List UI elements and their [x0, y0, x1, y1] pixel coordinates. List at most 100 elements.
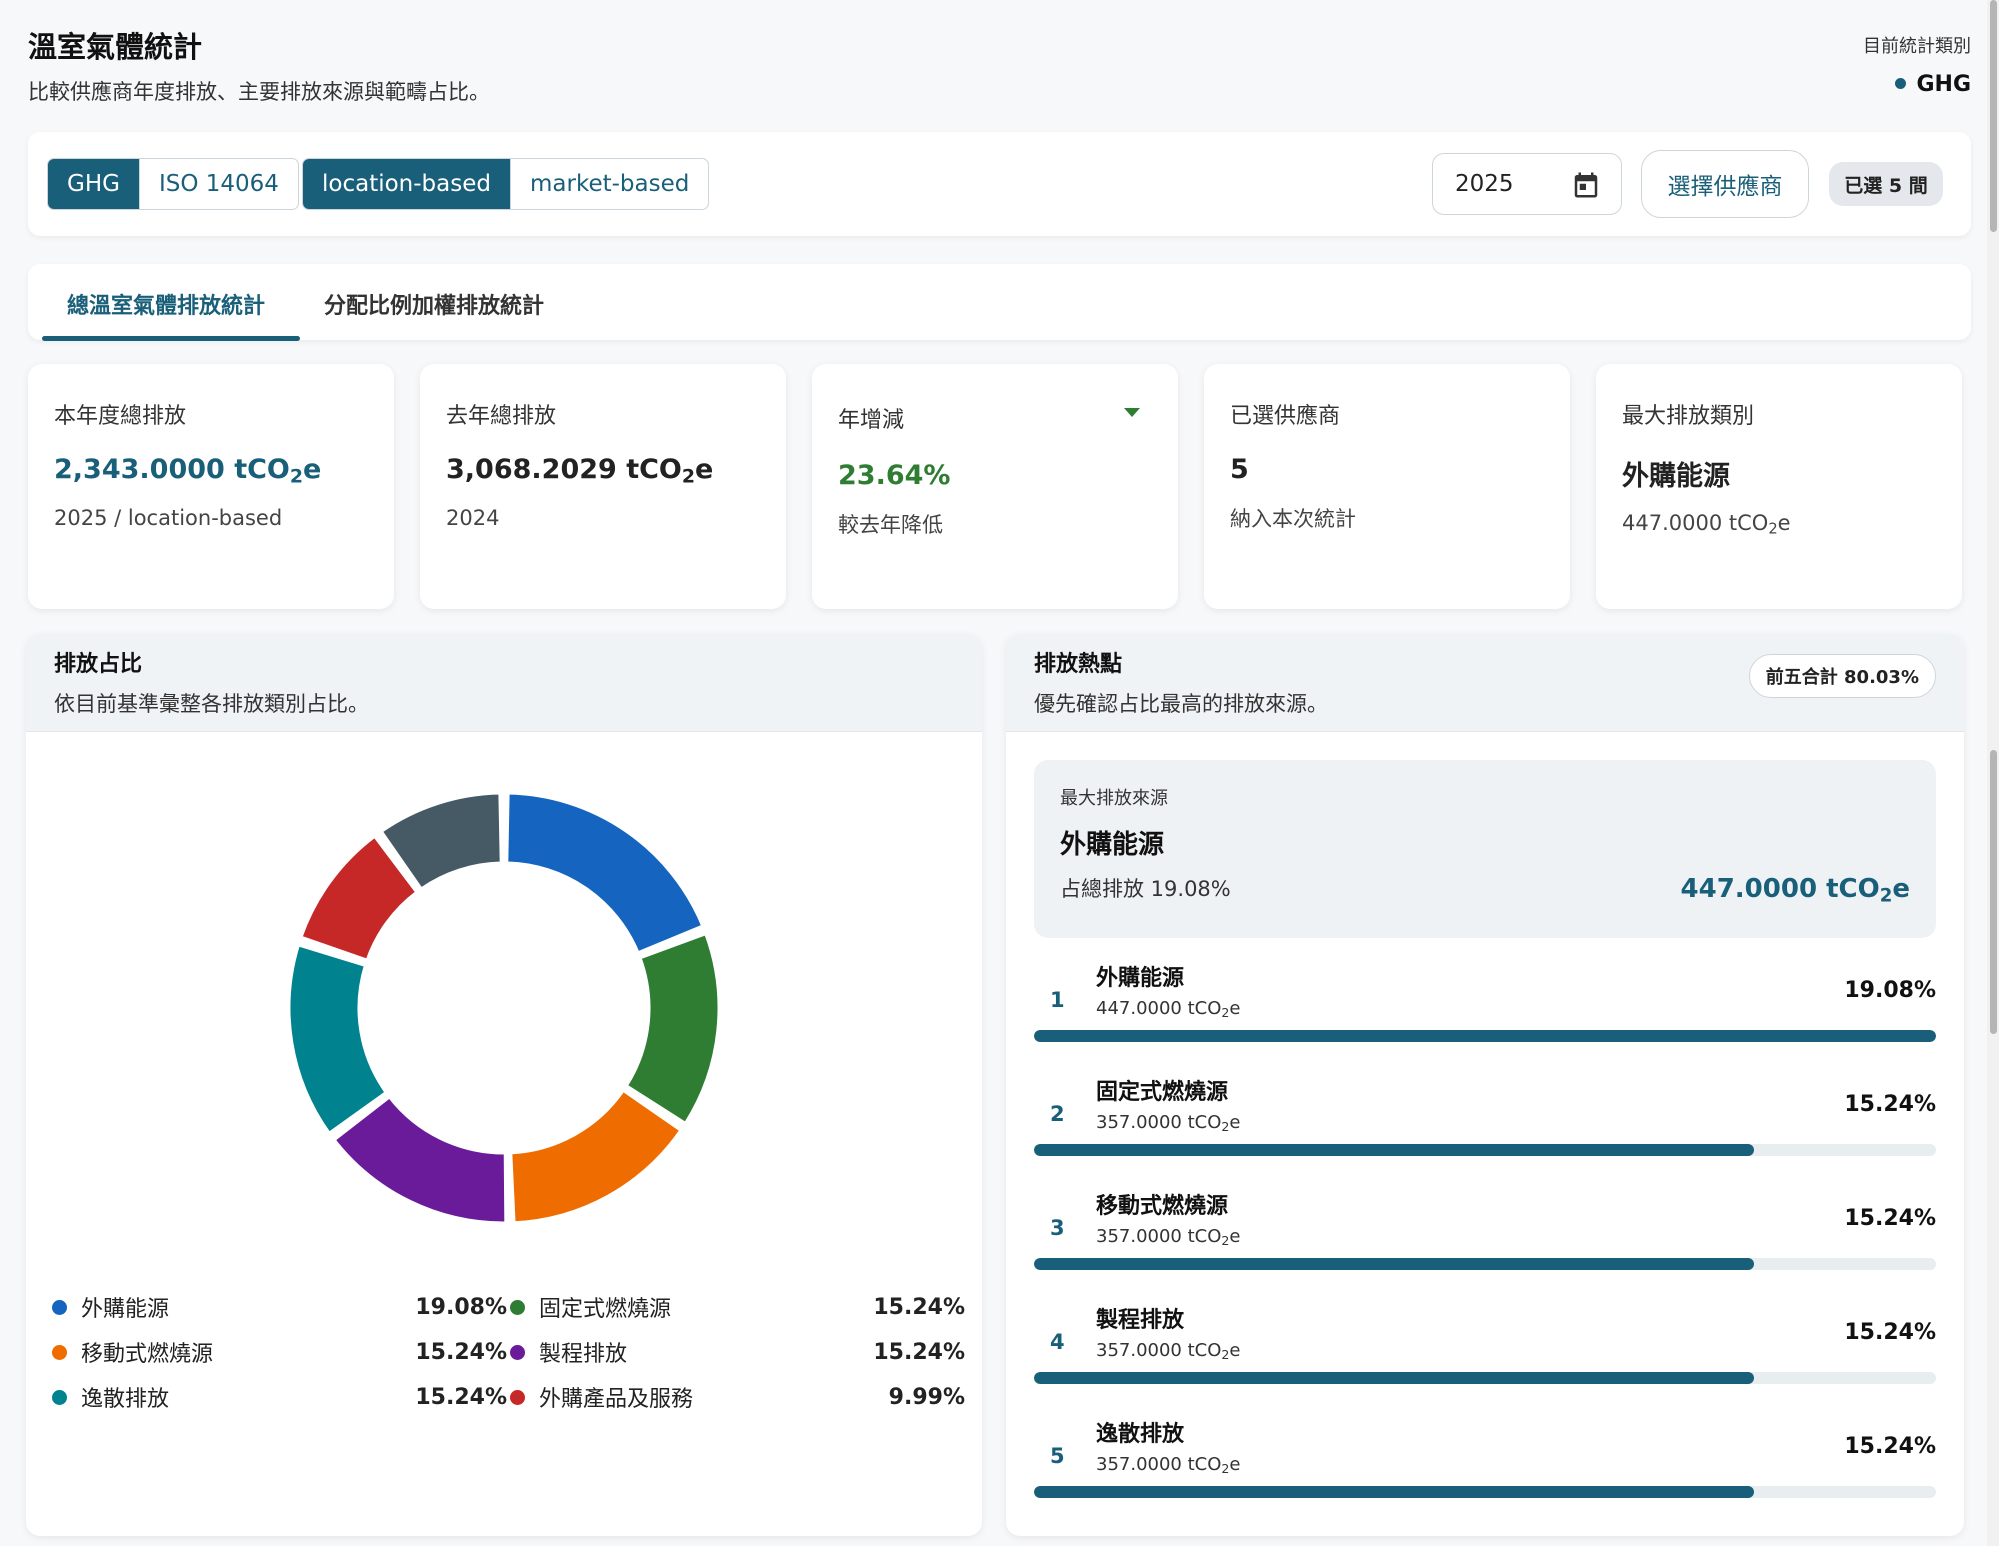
- standard-option-iso[interactable]: ISO 14064: [138, 159, 298, 209]
- donut-slice-3[interactable]: [332, 1095, 508, 1225]
- tab-bar: 總溫室氣體排放統計 分配比例加權排放統計: [28, 264, 1971, 341]
- rank-source-value: 357.0000 tCO2e: [1096, 1454, 1241, 1477]
- rank-number: 3: [1050, 1216, 1065, 1240]
- kpi-sub: 2024: [446, 505, 500, 530]
- page: 溫室氣體統計 比較供應商年度排放、主要排放來源與範疇占比。 目前統計類別 GHG…: [0, 0, 1999, 1546]
- hotspot-rank-item[interactable]: 4 製程排放 357.0000 tCO2e 15.24%: [1034, 1302, 1936, 1416]
- legend-item[interactable]: 移動式燃燒源 15.24%: [52, 1335, 507, 1369]
- year-value: 2025: [1455, 171, 1514, 197]
- top-source-value-number: 447.0000 tCO: [1680, 874, 1880, 904]
- rank-source-value: 357.0000 tCO2e: [1096, 1112, 1241, 1135]
- selected-count-badge: 已選 5 間: [1829, 162, 1943, 206]
- hotspot-rank-item[interactable]: 5 逸散排放 357.0000 tCO2e 15.24%: [1034, 1416, 1936, 1530]
- donut-chart: [287, 791, 721, 1225]
- legend-percent: 15.24%: [415, 1384, 507, 1410]
- page-header: 溫室氣體統計 比較供應商年度排放、主要排放來源與範疇占比。 目前統計類別 GHG: [28, 24, 1971, 114]
- kpi-sub-number: 447.0000 tCO: [1622, 511, 1769, 535]
- rank-source-name: 固定式燃燒源: [1096, 1080, 1229, 1105]
- kpi-label: 本年度總排放: [54, 404, 187, 429]
- standard-toggle: GHG ISO 14064: [47, 158, 299, 210]
- legend-label: 外購產品及服務: [539, 1387, 694, 1412]
- rank-progress-track: [1034, 1486, 1936, 1498]
- rank-percent: 15.24%: [1844, 1434, 1936, 1459]
- page-subtitle: 比較供應商年度排放、主要排放來源與範疇占比。: [28, 80, 490, 104]
- legend-dot-icon: [510, 1389, 525, 1405]
- scrollbar-thumb[interactable]: [1990, 0, 1997, 232]
- rank-percent: 15.24%: [1844, 1320, 1936, 1345]
- donut-slice-0[interactable]: [505, 791, 705, 955]
- kpi-value-number: 3,068.2029 tCO: [446, 454, 682, 485]
- rank-number: 4: [1050, 1330, 1065, 1354]
- legend-label: 外購能源: [81, 1297, 170, 1322]
- unit-tail: e: [695, 454, 714, 485]
- kpi-selected-suppliers: 已選供應商 5 納入本次統計: [1204, 364, 1570, 609]
- rank-percent: 15.24%: [1844, 1206, 1936, 1231]
- legend-item[interactable]: 固定式燃燒源 15.24%: [510, 1290, 965, 1324]
- page-title: 溫室氣體統計: [28, 30, 203, 64]
- rank-progress-track: [1034, 1372, 1936, 1384]
- standard-option-ghg[interactable]: GHG: [48, 159, 139, 209]
- donut-slice-2[interactable]: [509, 1088, 683, 1225]
- select-supplier-button[interactable]: 選擇供應商: [1641, 150, 1809, 218]
- rank-percent: 15.24%: [1844, 1092, 1936, 1117]
- unit-tail: e: [1777, 511, 1791, 535]
- rank-number: 5: [1050, 1444, 1065, 1468]
- hotspot-rank-item[interactable]: 1 外購能源 447.0000 tCO2e 19.08%: [1034, 960, 1936, 1074]
- kpi-value: 3,068.2029 tCO2e: [446, 454, 760, 488]
- unit-tail: e: [1892, 874, 1910, 904]
- rank-progress-fill: [1034, 1258, 1755, 1270]
- legend-percent: 15.24%: [415, 1339, 507, 1365]
- legend-item[interactable]: 外購產品及服務 9.99%: [510, 1380, 965, 1414]
- kpi-value-number: 2,343.0000 tCO: [54, 454, 290, 485]
- legend-dot-icon: [52, 1344, 67, 1360]
- donut-slice-4[interactable]: [287, 943, 388, 1135]
- active-tab-indicator: [42, 336, 300, 341]
- rank-progress-track: [1034, 1030, 1936, 1042]
- rank-source-name: 製程排放: [1096, 1308, 1185, 1333]
- tab-weighted-emissions[interactable]: 分配比例加權排放統計: [324, 288, 544, 320]
- year-picker[interactable]: 2025: [1432, 153, 1622, 215]
- kpi-sub: 2025 / location-based: [54, 505, 283, 530]
- unit-subscript: 2: [1221, 1005, 1230, 1021]
- panel-header: 排放占比 依目前基準彙整各排放類別占比。: [26, 634, 982, 732]
- rank-source-value: 447.0000 tCO2e: [1096, 998, 1241, 1021]
- trend-down-icon: [1124, 408, 1140, 417]
- legend-item[interactable]: 外購能源 19.08%: [52, 1290, 507, 1324]
- method-option-market[interactable]: market-based: [510, 159, 708, 209]
- donut-slice-1[interactable]: [624, 932, 721, 1125]
- emission-share-panel: 排放占比 依目前基準彙整各排放類別占比。 外購能源 19.08% 固定式燃燒源 15.…: [26, 634, 982, 1536]
- rank-progress-track: [1034, 1144, 1936, 1156]
- kpi-sub: 較去年降低: [838, 513, 943, 537]
- kpi-value: 2,343.0000 tCO2e: [54, 454, 368, 488]
- unit-subscript: 2: [1879, 885, 1893, 907]
- unit-subscript: 2: [681, 465, 696, 488]
- kpi-value: 5: [1230, 454, 1249, 485]
- scrollbar-thumb-secondary[interactable]: [1990, 750, 1997, 1034]
- current-standard: 目前統計類別 GHG: [1863, 32, 1971, 97]
- legend-percent: 15.24%: [873, 1294, 965, 1320]
- panel-description: 依目前基準彙整各排放類別占比。: [54, 692, 369, 716]
- legend-dot-icon: [52, 1299, 67, 1315]
- hotspot-rank-item[interactable]: 3 移動式燃燒源 357.0000 tCO2e 15.24%: [1034, 1188, 1936, 1302]
- hotspot-rank-item[interactable]: 2 固定式燃燒源 357.0000 tCO2e 15.24%: [1034, 1074, 1936, 1188]
- rank-progress-fill: [1034, 1030, 1936, 1042]
- top-source-name: 外購能源: [1060, 830, 1165, 860]
- rank-progress-fill: [1034, 1144, 1755, 1156]
- kpi-value: 外購能源: [1622, 461, 1730, 492]
- legend-item[interactable]: 製程排放 15.24%: [510, 1335, 965, 1369]
- rank-number: 1: [1050, 988, 1065, 1012]
- scrollbar[interactable]: [1987, 0, 1999, 1546]
- kpi-label: 已選供應商: [1230, 404, 1341, 429]
- top-source-value: 447.0000 tCO2e: [1681, 874, 1910, 907]
- legend-item[interactable]: 逸散排放 15.24%: [52, 1380, 507, 1414]
- method-option-location[interactable]: location-based: [303, 159, 510, 209]
- legend-dot-icon: [510, 1344, 525, 1360]
- unit-subscript: 2: [289, 465, 304, 488]
- filter-bar: GHG ISO 14064 location-based market-base…: [28, 132, 1971, 236]
- unit-subscript: 2: [1768, 520, 1778, 538]
- calendar-icon[interactable]: [1571, 169, 1601, 201]
- tab-total-emissions[interactable]: 總溫室氣體排放統計: [67, 288, 265, 320]
- status-dot-icon: [1895, 78, 1907, 89]
- legend-dot-icon: [510, 1299, 525, 1315]
- rank-number: 2: [1050, 1102, 1065, 1126]
